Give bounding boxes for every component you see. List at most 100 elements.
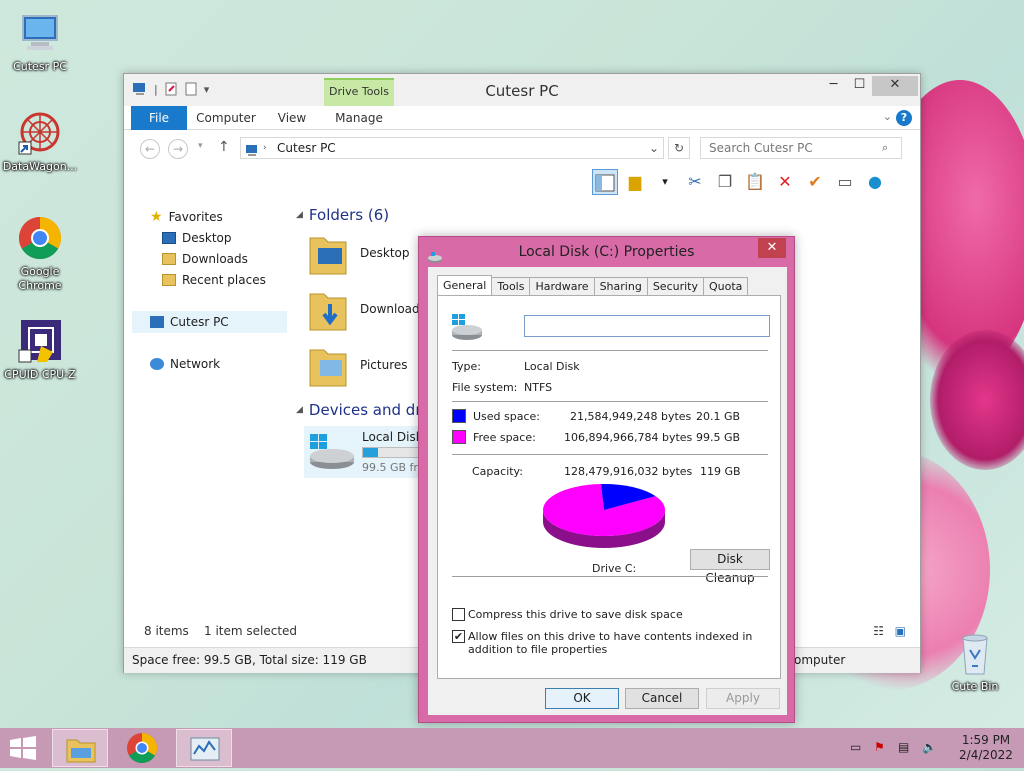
refresh-button[interactable]: ↻ (668, 137, 690, 159)
clock-time: 1:59 PM (961, 733, 1011, 747)
folder-downloads[interactable]: Downloads (308, 286, 426, 332)
nav-label: Network (170, 357, 221, 371)
large-icons-view-icon[interactable]: ▣ (895, 624, 906, 638)
devices-group-header[interactable]: ◢ Devices and driv (296, 401, 435, 419)
apply-button[interactable]: Apply (706, 688, 780, 709)
breadcrumb[interactable]: Cutesr PC (277, 138, 336, 158)
flag-icon[interactable]: ⚑ (874, 740, 885, 754)
tab-view[interactable]: View (270, 106, 314, 130)
nav-network[interactable]: Network (150, 353, 220, 375)
up-button[interactable]: ↑ (218, 139, 230, 155)
network-icon (150, 358, 164, 370)
nav-this-pc[interactable]: Cutesr PC (132, 311, 287, 333)
drive-name-input[interactable] (524, 315, 770, 337)
copy-icon[interactable]: ❐ (712, 169, 738, 195)
dialog-titlebar[interactable]: Local Disk (C:) Properties ✕ (419, 237, 794, 267)
nav-recent-places[interactable]: Recent places (162, 269, 266, 291)
nav-favorites[interactable]: ★ Favorites (150, 206, 223, 228)
nav-downloads[interactable]: Downloads (162, 248, 248, 270)
nav-desktop[interactable]: Desktop (162, 227, 232, 249)
index-checkbox[interactable]: ✔ (452, 630, 465, 643)
close-button[interactable]: ✕ (872, 76, 918, 96)
tab-quota[interactable]: Quota (703, 277, 749, 297)
nav-label: Cutesr PC (170, 315, 229, 329)
nav-label: Desktop (182, 231, 232, 245)
action-center-icon[interactable]: ▭ (850, 740, 861, 754)
folder-options-icon[interactable]: ▆ (622, 169, 648, 195)
preview-pane-icon[interactable] (592, 169, 618, 195)
recent-locations-icon[interactable]: ▾ (198, 141, 203, 151)
computer-icon (17, 10, 63, 56)
tab-general[interactable]: General (437, 275, 493, 297)
general-tab-panel: Type: Local Disk File system: NTFS Used … (437, 295, 781, 679)
compress-checkbox[interactable] (452, 608, 465, 621)
drive-usage-fill (363, 448, 378, 457)
star-icon: ★ (150, 209, 163, 225)
folder-icon (308, 286, 348, 332)
ribbon-expand-icon[interactable]: ⌄ (883, 110, 892, 123)
taskbar-file-explorer[interactable] (52, 729, 108, 767)
tab-computer[interactable]: Computer (192, 106, 260, 130)
start-button[interactable] (8, 736, 38, 763)
dialog-title: Local Disk (C:) Properties (518, 244, 695, 260)
help-icon[interactable]: ? (896, 110, 912, 126)
dropdown-icon[interactable]: ▾ (652, 169, 678, 195)
folders-group-header[interactable]: ◢ Folders (6) (296, 206, 389, 224)
explorer-title: Cutesr PC (485, 82, 559, 100)
delete-icon[interactable]: ✕ (772, 169, 798, 195)
taskbar: ▭ ⚑ ▤ 🔈 1:59 PM 2/4/2022 (0, 728, 1024, 768)
address-dropdown-icon[interactable]: ⌄ (649, 138, 659, 158)
used-space-gb: 20.1 GB (696, 410, 741, 423)
desktop-icon-google-chrome[interactable]: Google Chrome (0, 215, 80, 293)
desktop-icon-datawagon[interactable]: DataWagon... (0, 110, 80, 174)
ok-button[interactable]: OK (545, 688, 619, 709)
datawagon-icon (17, 110, 63, 156)
desktop-icon-cpuid[interactable]: CPUID CPU-Z (0, 318, 80, 382)
divider (452, 576, 768, 577)
breadcrumb-chevron-icon[interactable]: › (263, 138, 267, 158)
tab-hardware[interactable]: Hardware (530, 277, 595, 297)
search-input[interactable]: Search Cutesr PC (700, 137, 902, 159)
tab-file[interactable]: File (131, 106, 187, 130)
cancel-button[interactable]: Cancel (625, 688, 699, 709)
details-view-icon[interactable]: ☷ (873, 624, 884, 638)
folder-label: Desktop (360, 246, 410, 260)
network-tray-icon[interactable]: ▤ (898, 740, 909, 754)
globe-icon[interactable]: ● (862, 169, 888, 195)
desktop-icon-recycle-bin[interactable]: Cute Bin (935, 630, 1015, 694)
clock[interactable]: 1:59 PM 2/4/2022 (952, 733, 1020, 763)
check-icon[interactable]: ✔ (802, 169, 828, 195)
maximize-button[interactable]: ☐ (846, 76, 873, 96)
address-row: ← → ▾ ↑ › Cutesr PC ⌄ ↻ Search Cutesr PC… (124, 133, 920, 163)
dialog-close-button[interactable]: ✕ (758, 238, 786, 258)
minimize-button[interactable]: ─ (820, 76, 847, 96)
taskbar-chrome[interactable] (114, 729, 170, 767)
rename-icon[interactable]: ▭ (832, 169, 858, 195)
space-info: Space free: 99.5 GB, Total size: 119 GB (132, 653, 367, 667)
paste-icon[interactable]: 📋 (742, 169, 768, 195)
tab-sharing[interactable]: Sharing (594, 277, 648, 297)
cut-icon[interactable]: ✂ (682, 169, 708, 195)
tab-security[interactable]: Security (647, 277, 704, 297)
taskbar-system-monitor[interactable] (176, 729, 232, 767)
drive-free-text: 99.5 GB fre (362, 461, 425, 474)
nav-label: Recent places (182, 273, 266, 287)
forward-button[interactable]: → (168, 139, 188, 159)
disk-cleanup-button[interactable]: Disk Cleanup (690, 549, 770, 585)
desktop-icon-cutesr-pc[interactable]: Cutesr PC (0, 10, 80, 74)
tab-manage[interactable]: Manage (324, 106, 394, 130)
recycle-bin-icon (952, 630, 998, 676)
address-bar[interactable]: › Cutesr PC ⌄ (240, 137, 664, 159)
back-button[interactable]: ← (140, 139, 160, 159)
capacity-label: Capacity: (472, 465, 523, 478)
nav-label: Favorites (168, 210, 223, 224)
folder-desktop[interactable]: Desktop (308, 230, 410, 276)
custom-toolbar: ▆ ▾ ✂ ❐ 📋 ✕ ✔ ▭ ● (592, 167, 888, 197)
chrome-icon (127, 733, 158, 764)
volume-muted-icon[interactable]: 🔈 (922, 740, 937, 754)
filesystem-value: NTFS (524, 381, 553, 394)
file-explorer-icon (66, 739, 96, 763)
explorer-titlebar[interactable]: | ▾ Drive Tools Cutesr PC ─ ☐ ✕ (124, 74, 920, 106)
tab-tools[interactable]: Tools (492, 277, 531, 297)
folder-pictures[interactable]: Pictures (308, 342, 408, 388)
